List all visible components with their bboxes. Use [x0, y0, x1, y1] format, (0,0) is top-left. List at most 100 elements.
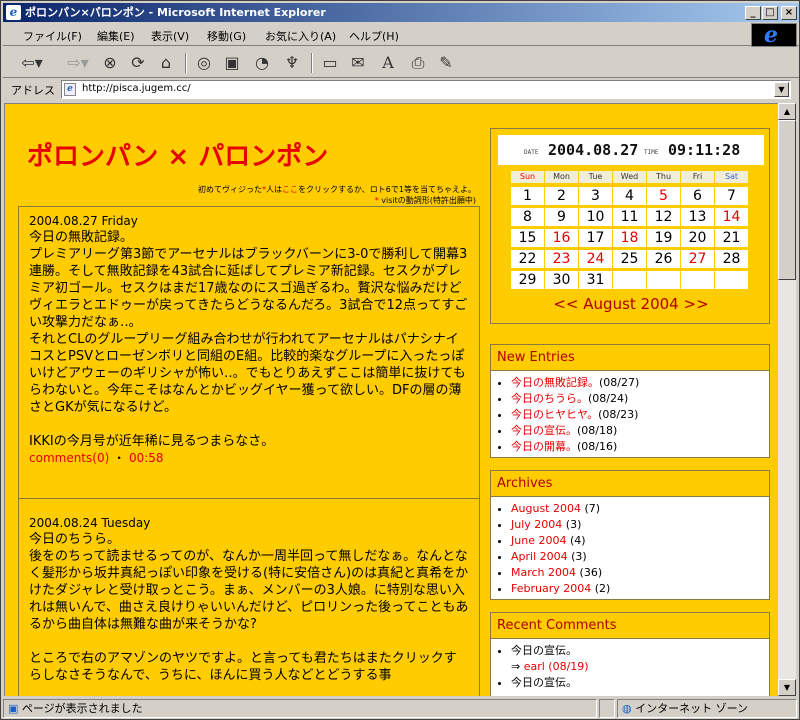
history-icon[interactable]: ◔ — [251, 52, 273, 74]
scroll-down-icon[interactable]: ▼ — [778, 679, 796, 696]
new-entry-date: (08/16) — [577, 440, 618, 453]
entry: 2004.08.27 Friday 今日の無敗記録。 プレミアリーグ第3節でアー… — [19, 207, 479, 499]
comments-link[interactable]: comments(0) — [29, 451, 109, 465]
new-entry-date: (08/24) — [588, 392, 629, 405]
mail-icon[interactable]: ✉ — [347, 52, 369, 74]
toolbar-separator — [185, 53, 187, 73]
fullscreen-icon[interactable]: ▭ — [319, 52, 341, 74]
blog-title[interactable]: ポロンパン × パロンポン — [27, 136, 328, 173]
entry-meta: comments(0) ・ 00:58 — [29, 451, 164, 465]
new-entry-date: (08/27) — [599, 376, 640, 389]
menu-file[interactable]: ファイル(F) — [23, 28, 82, 44]
address-dropdown-icon[interactable]: ▼ — [774, 82, 789, 97]
calendar-day[interactable]: 23 — [545, 250, 578, 268]
back-arrow-icon[interactable]: ⇦▾ — [17, 52, 47, 74]
favorites-icon[interactable]: ▣ — [221, 52, 243, 74]
calendar-day: 1 — [511, 187, 544, 205]
calendar-day[interactable]: 18 — [613, 229, 646, 247]
vertical-scrollbar[interactable]: ▲ ▼ — [778, 103, 796, 696]
new-entry-link[interactable]: 今日のちうら。 — [511, 392, 588, 405]
forward-arrow-icon[interactable]: ⇨▾ — [63, 52, 93, 74]
scroll-up-icon[interactable]: ▲ — [778, 103, 796, 120]
search-icon[interactable]: ◎ — [193, 52, 215, 74]
status-message: ページが表示されました — [21, 702, 143, 715]
entry-date: 2004.08.24 Tuesday — [29, 516, 151, 530]
calendar-day: 9 — [545, 208, 578, 226]
notice-link[interactable]: ここ — [282, 185, 298, 194]
calendar-empty-cell — [613, 271, 646, 289]
new-entry-link[interactable]: 今日の開幕。 — [511, 440, 577, 453]
entry-title[interactable]: 今日の無敗記録。 — [29, 229, 469, 246]
scroll-thumb[interactable] — [778, 120, 796, 280]
channels-icon[interactable]: ♆ — [281, 52, 303, 74]
notice-text: 人は — [265, 185, 282, 194]
calendar-empty-cell — [647, 271, 680, 289]
archive-link[interactable]: June 2004 — [511, 534, 566, 547]
archive-count: (3) — [571, 550, 587, 563]
stop-icon[interactable]: ⊗ — [99, 52, 121, 74]
archive-link[interactable]: March 2004 — [511, 566, 576, 579]
clock-time-label: TIME — [644, 149, 659, 156]
archive-link[interactable]: February 2004 — [511, 582, 591, 595]
calendar-day[interactable]: 27 — [681, 250, 714, 268]
ie-throbber-logo: e — [751, 23, 797, 47]
entry-title[interactable]: 今日のちうら。 — [29, 531, 469, 548]
edit-icon[interactable]: ✎ — [435, 52, 457, 74]
calendar-day[interactable]: 16 — [545, 229, 578, 247]
calendar-day: 26 — [647, 250, 680, 268]
archive-count: (2) — [594, 582, 611, 595]
calendar-day[interactable]: 14 — [715, 208, 748, 226]
archive-link[interactable]: August 2004 — [511, 502, 581, 515]
calendar-prev-link[interactable]: << — [553, 295, 578, 313]
calendar-day[interactable]: 5 — [647, 187, 680, 205]
menu-view[interactable]: 表示(V) — [151, 28, 189, 44]
status-cell — [599, 699, 615, 718]
browser-window: e ポロンパン×パロンポン - Microsoft Internet Explo… — [0, 0, 800, 720]
calendar-next-link[interactable]: >> — [684, 295, 709, 313]
entry-time[interactable]: 00:58 — [129, 451, 164, 465]
list-item: 今日の宣伝。 — [511, 675, 763, 691]
menu-help[interactable]: ヘルプ(H) — [349, 28, 399, 44]
home-icon[interactable]: ⌂ — [155, 52, 177, 74]
comment-author-link[interactable]: earl (08/19) — [524, 660, 589, 673]
title-bar[interactable]: e ポロンパン×パロンポン - Microsoft Internet Explo… — [3, 3, 799, 22]
address-input[interactable]: e http://pisca.jugem.cc/ ▼ — [61, 80, 791, 99]
archives-heading: Archives — [491, 471, 769, 497]
list-item: 今日の無敗記録。(08/27) — [511, 375, 763, 391]
print-icon[interactable]: ⎙ — [407, 52, 429, 74]
calendar-dow-label: Thu — [647, 171, 680, 183]
new-entry-link[interactable]: 今日の無敗記録。 — [511, 376, 599, 389]
minimize-button[interactable]: _ — [745, 6, 761, 20]
address-label: アドレス — [11, 84, 55, 97]
clock-display: DATE 2004.08.27 TIME 09:11:28 — [498, 135, 764, 165]
calendar-day: 4 — [613, 187, 646, 205]
address-bar: アドレス e http://pisca.jugem.cc/ ▼ — [3, 79, 799, 101]
menu-edit[interactable]: 編集(E) — [97, 28, 135, 44]
menu-go[interactable]: 移動(G) — [207, 28, 246, 44]
new-entry-link[interactable]: 今日の宣伝。 — [511, 424, 577, 437]
new-entry-link[interactable]: 今日のヒヤヒヤ。 — [511, 408, 598, 421]
menu-favorites[interactable]: お気に入り(A) — [265, 28, 336, 44]
archive-link[interactable]: July 2004 — [511, 518, 562, 531]
globe-icon: ◍ — [622, 702, 636, 715]
new-entry-date: (08/18) — [577, 424, 618, 437]
address-url[interactable]: http://pisca.jugem.cc/ — [82, 83, 191, 94]
font-size-icon[interactable]: A — [377, 52, 399, 74]
refresh-icon[interactable]: ⟳ — [127, 52, 149, 74]
page-done-icon: ▣ — [8, 702, 22, 715]
comment-entry: 今日の宣伝。 — [511, 676, 577, 689]
calendar-day: 6 — [681, 187, 714, 205]
archive-link[interactable]: April 2004 — [511, 550, 568, 563]
maximize-button[interactable]: □ — [762, 6, 778, 20]
ie-app-icon: e — [6, 5, 21, 20]
calendar-box: DATE 2004.08.27 TIME 09:11:28 Sun Mon Tue W… — [490, 128, 770, 324]
close-button[interactable]: × — [781, 6, 797, 20]
calendar-nav: << August 2004 >> — [491, 295, 771, 313]
list-item: March 2004 (36) — [511, 565, 763, 581]
calendar-day: 15 — [511, 229, 544, 247]
calendar-day[interactable]: 24 — [579, 250, 612, 268]
calendar-day: 25 — [613, 250, 646, 268]
calendar-dow-label: Tue — [579, 171, 612, 183]
entry-paragraph: 後をのちって読ませるってのが、なんか一周半回って無しだなぁ。なんとなく髪形から坂… — [29, 549, 469, 632]
list-item: 今日の宣伝。 ⇒ earl (08/19) — [511, 643, 763, 675]
